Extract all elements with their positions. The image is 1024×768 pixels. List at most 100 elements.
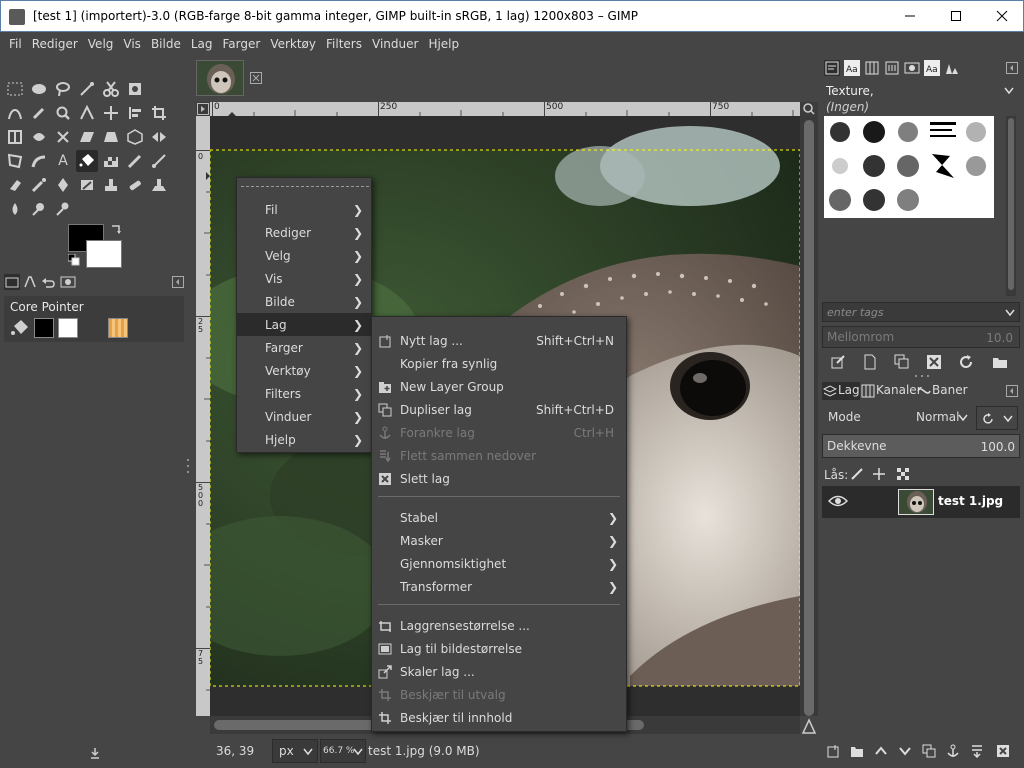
submenu-item-layer-boundary[interactable]: Laggrensestørrelse ... xyxy=(372,614,626,637)
fonts-tab[interactable]: Aa xyxy=(844,60,860,76)
channels-tab[interactable]: Kanaler xyxy=(860,382,922,400)
submenu-item-transparency[interactable]: Gjennomsiktighet ❯ xyxy=(372,552,626,575)
lock-alpha-toggle[interactable] xyxy=(896,467,910,481)
patterns-tab[interactable] xyxy=(864,60,880,76)
flip-tool[interactable] xyxy=(148,126,170,148)
images-tab[interactable] xyxy=(904,60,920,76)
heal-tool[interactable] xyxy=(124,174,146,196)
context-item-hjelp[interactable]: Hjelp ❯ xyxy=(237,428,371,451)
lower-layer-button[interactable] xyxy=(898,744,912,758)
unit-select[interactable]: px xyxy=(272,739,318,763)
submenu-item-copy-visible[interactable]: Kopier fra synlig xyxy=(372,352,626,375)
tool-options-tab[interactable] xyxy=(4,274,20,290)
merge-layer-button[interactable] xyxy=(970,744,984,758)
layer-opacity-slider[interactable]: Dekkevne 100.0 xyxy=(822,434,1020,458)
submenu-item-new-layer-group[interactable]: New Layer Group xyxy=(372,375,626,398)
histogram-tab[interactable] xyxy=(944,60,960,76)
menu-filters[interactable]: Filters xyxy=(321,37,367,51)
tearoff-line[interactable] xyxy=(241,186,369,187)
blur-tool[interactable] xyxy=(4,198,26,220)
submenu-item-crop-to-content[interactable]: Beskjær til innhold xyxy=(372,706,626,729)
layers-tab[interactable]: Lag xyxy=(822,382,860,400)
perspective-clone-tool[interactable] xyxy=(148,174,170,196)
background-color-swatch[interactable] xyxy=(86,240,122,268)
new-layer-group-button[interactable] xyxy=(850,744,864,758)
dock-tab-menu-button[interactable] xyxy=(1006,62,1018,74)
context-item-vis[interactable]: Vis ❯ xyxy=(237,267,371,290)
layers-tab-menu-button[interactable] xyxy=(1006,385,1018,397)
ellipse-select-tool[interactable] xyxy=(28,78,50,100)
perspective-tool[interactable] xyxy=(100,126,122,148)
submenu-item-delete-layer[interactable]: Slett lag xyxy=(372,467,626,490)
menu-vinduer[interactable]: Vinduer xyxy=(367,37,423,51)
duplicate-brush-button[interactable] xyxy=(894,354,910,370)
clone-tool[interactable] xyxy=(100,174,122,196)
3d-transform-tool[interactable] xyxy=(124,126,146,148)
context-item-lag[interactable]: Lag ❯ xyxy=(237,313,371,336)
raise-layer-button[interactable] xyxy=(874,744,888,758)
ink-tool[interactable] xyxy=(52,174,74,196)
smudge-tool[interactable] xyxy=(28,198,50,220)
cage-transform-tool[interactable] xyxy=(4,150,26,172)
layer-row[interactable]: test 1.jpg xyxy=(822,486,1020,518)
menu-hjelp[interactable]: Hjelp xyxy=(423,37,464,51)
context-item-fil[interactable]: Fil ❯ xyxy=(237,198,371,221)
minimize-button[interactable] xyxy=(887,1,933,31)
foreground-select-tool[interactable] xyxy=(124,78,146,100)
configure-tab-button[interactable] xyxy=(172,276,184,288)
submenu-item-new-layer[interactable]: Nytt lag ... Shift+Ctrl+N xyxy=(372,329,626,352)
brush-spacing-field[interactable]: Mellomrom 10.0 xyxy=(822,326,1020,348)
context-item-bilde[interactable]: Bilde ❯ xyxy=(237,290,371,313)
paintbrush-tool[interactable] xyxy=(148,150,170,172)
shear-tool[interactable] xyxy=(76,126,98,148)
close-button[interactable] xyxy=(979,1,1024,31)
context-item-vinduer[interactable]: Vinduer ❯ xyxy=(237,405,371,428)
measure-tool[interactable] xyxy=(76,102,98,124)
dodge-burn-tool[interactable] xyxy=(52,198,74,220)
layer-mode-select[interactable]: Mode Normal xyxy=(822,406,974,430)
menu-rediger[interactable]: Rediger xyxy=(27,37,83,51)
airbrush-tool[interactable] xyxy=(28,174,50,196)
paths-tool[interactable] xyxy=(4,102,26,124)
move-tool[interactable] xyxy=(100,102,122,124)
zoom-select[interactable]: 66.7 % xyxy=(320,739,366,763)
align-tool[interactable] xyxy=(124,102,146,124)
mypaint-brush-tool[interactable] xyxy=(76,174,98,196)
gradient-tool[interactable] xyxy=(100,150,122,172)
close-image-tab-button[interactable] xyxy=(250,72,262,84)
image-tab-thumbnail[interactable] xyxy=(196,60,244,96)
maximize-button[interactable] xyxy=(933,1,979,31)
toolbox-resize-handle[interactable] xyxy=(186,456,190,476)
warp-tool[interactable] xyxy=(28,150,50,172)
context-item-filters[interactable]: Filters ❯ xyxy=(237,382,371,405)
vscroll-thumb[interactable] xyxy=(804,120,814,716)
new-layer-button[interactable] xyxy=(826,744,840,758)
text-tool[interactable]: A xyxy=(52,150,74,172)
eraser-tool[interactable] xyxy=(4,174,26,196)
zoom-tool[interactable] xyxy=(52,102,74,124)
color-picker-tool[interactable] xyxy=(28,102,50,124)
menu-farger[interactable]: Farger xyxy=(218,37,266,51)
duplicate-layer-button[interactable] xyxy=(922,744,936,758)
warp-transform-tool[interactable] xyxy=(28,126,50,148)
menu-fil[interactable]: Fil xyxy=(4,37,27,51)
menu-vis[interactable]: Vis xyxy=(118,37,146,51)
context-item-farger[interactable]: Farger ❯ xyxy=(237,336,371,359)
context-item-velg[interactable]: Velg ❯ xyxy=(237,244,371,267)
brush-name-row[interactable]: Texture, xyxy=(822,82,1020,100)
delete-brush-button[interactable] xyxy=(926,354,942,370)
submenu-item-stack[interactable]: Stabel ❯ xyxy=(372,506,626,529)
scissors-select-tool[interactable] xyxy=(100,78,122,100)
brushes-tab[interactable] xyxy=(824,60,840,76)
menu-bilde[interactable]: Bilde xyxy=(146,37,186,51)
submenu-item-layer-to-image[interactable]: Lag til bildestørrelse xyxy=(372,637,626,660)
font-view-tab[interactable]: Aa xyxy=(924,60,940,76)
gradients-tab[interactable] xyxy=(884,60,900,76)
submenu-item-duplicate-layer[interactable]: Dupliser lag Shift+Ctrl+D xyxy=(372,398,626,421)
context-item-rediger[interactable]: Rediger ❯ xyxy=(237,221,371,244)
images-tab[interactable] xyxy=(60,274,76,290)
submenu-item-masks[interactable]: Masker ❯ xyxy=(372,529,626,552)
quick-mask-corner[interactable] xyxy=(196,102,210,116)
paths-tab[interactable]: Baner xyxy=(916,382,968,400)
brush-tags-input[interactable]: enter tags xyxy=(822,302,1020,322)
